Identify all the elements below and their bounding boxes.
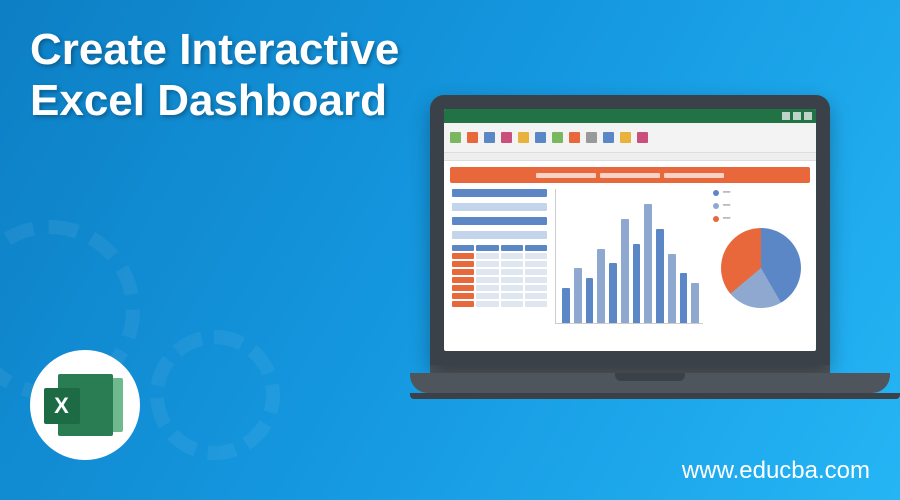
- chart-bar: [586, 278, 594, 323]
- excel-window: ━━ ━━ ━━: [444, 109, 816, 351]
- website-url: www.educba.com: [682, 457, 870, 485]
- ribbon-icon: [467, 132, 478, 143]
- header-segment: [536, 173, 596, 178]
- chart-bar: [644, 204, 652, 323]
- table-cell: [476, 277, 498, 283]
- chart-bar: [562, 288, 570, 323]
- laptop-base: [410, 373, 890, 393]
- dashboard-header-bar: [450, 167, 810, 183]
- table-cell: [525, 261, 547, 267]
- table-cell: [476, 261, 498, 267]
- dashboard-sidebar: [452, 189, 547, 343]
- legend-item: ━━: [713, 202, 808, 209]
- laptop-hinge: [430, 365, 830, 373]
- nav-item: [452, 189, 547, 197]
- table-cell: [525, 277, 547, 283]
- table-cell: [452, 293, 474, 299]
- nav-item: [452, 217, 547, 225]
- table-cell: [501, 277, 523, 283]
- table-cell: [452, 285, 474, 291]
- chart-bar: [633, 244, 641, 323]
- laptop-screen-frame: ━━ ━━ ━━: [430, 95, 830, 365]
- table-cell: [501, 253, 523, 259]
- data-table: [452, 245, 547, 307]
- table-cell: [501, 301, 523, 307]
- excel-book-icon: X: [58, 374, 113, 436]
- legend-dot-icon: [713, 216, 719, 222]
- bar-chart: [555, 189, 703, 324]
- table-cell: [501, 245, 523, 251]
- chart-bar: [680, 273, 688, 323]
- ribbon-icon: [484, 132, 495, 143]
- table-cell: [452, 245, 474, 251]
- legend-dot-icon: [713, 203, 719, 209]
- ribbon-icon: [603, 132, 614, 143]
- pie-chart-panel: ━━ ━━ ━━: [713, 189, 808, 343]
- laptop-illustration: ━━ ━━ ━━: [410, 95, 850, 399]
- close-icon: [804, 112, 812, 120]
- minimize-icon: [782, 112, 790, 120]
- nav-item: [452, 231, 547, 239]
- table-cell: [525, 301, 547, 307]
- chart-bar: [691, 283, 699, 323]
- maximize-icon: [793, 112, 801, 120]
- legend-dot-icon: [713, 190, 719, 196]
- table-cell: [501, 261, 523, 267]
- ribbon-toolbar: [444, 123, 816, 153]
- table-cell: [476, 301, 498, 307]
- ribbon-icon: [450, 132, 461, 143]
- formula-bar: [444, 153, 816, 161]
- ribbon-icon: [518, 132, 529, 143]
- header-segment: [664, 173, 724, 178]
- ribbon-icon: [569, 132, 580, 143]
- legend-item: ━━: [713, 189, 808, 196]
- title-line-2: Excel Dashboard: [30, 76, 399, 127]
- chart-bar: [609, 263, 617, 323]
- table-cell: [525, 285, 547, 291]
- table-cell: [476, 245, 498, 251]
- page-title: Create Interactive Excel Dashboard: [30, 25, 399, 126]
- table-cell: [501, 269, 523, 275]
- table-cell: [476, 285, 498, 291]
- chart-bar: [621, 219, 629, 323]
- ribbon-icon: [535, 132, 546, 143]
- table-cell: [525, 269, 547, 275]
- laptop-foot: [410, 393, 900, 399]
- chart-bar: [656, 229, 664, 323]
- dashboard-charts: ━━ ━━ ━━: [555, 189, 808, 343]
- header-segment: [600, 173, 660, 178]
- table-cell: [476, 293, 498, 299]
- ribbon-icon: [552, 132, 563, 143]
- chart-bar: [668, 254, 676, 323]
- table-cell: [476, 253, 498, 259]
- table-cell: [452, 261, 474, 267]
- table-cell: [525, 293, 547, 299]
- table-cell: [525, 245, 547, 251]
- table-cell: [501, 293, 523, 299]
- table-cell: [452, 301, 474, 307]
- excel-x-icon: X: [44, 388, 80, 424]
- gear-decoration: [150, 330, 280, 460]
- table-cell: [501, 285, 523, 291]
- table-cell: [476, 269, 498, 275]
- table-cell: [525, 253, 547, 259]
- excel-logo: X: [30, 350, 140, 460]
- chart-bar: [597, 249, 605, 323]
- table-cell: [452, 269, 474, 275]
- table-cell: [452, 253, 474, 259]
- ribbon-icon: [637, 132, 648, 143]
- title-line-1: Create Interactive: [30, 25, 399, 76]
- ribbon-icon: [586, 132, 597, 143]
- window-titlebar: [444, 109, 816, 123]
- ribbon-icon: [620, 132, 631, 143]
- nav-item: [452, 203, 547, 211]
- table-cell: [452, 277, 474, 283]
- legend-item: ━━: [713, 215, 808, 222]
- dashboard-content: ━━ ━━ ━━: [444, 189, 816, 351]
- chart-bar: [574, 268, 582, 323]
- ribbon-icon: [501, 132, 512, 143]
- pie-chart: [721, 228, 801, 308]
